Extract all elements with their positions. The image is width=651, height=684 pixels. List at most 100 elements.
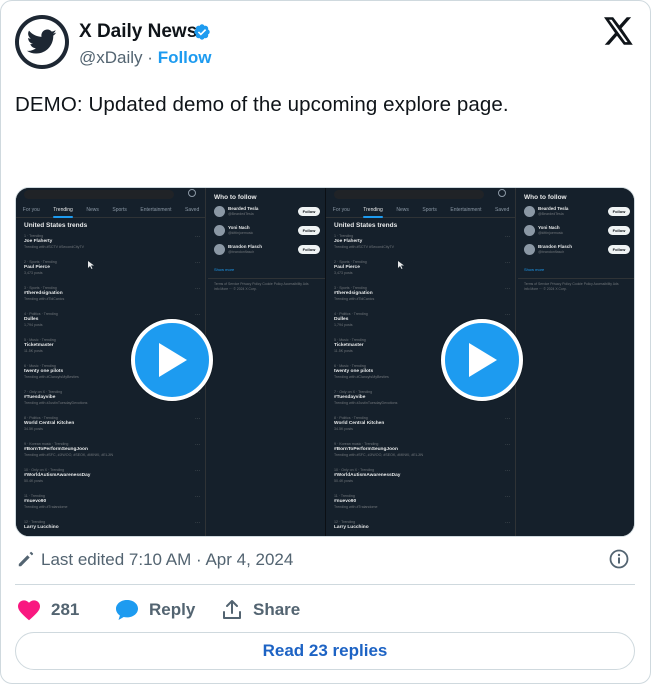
suggestion-handle: @BeardedTesla <box>228 212 254 216</box>
trend-subtitle: 3,473 posts <box>334 271 353 275</box>
trend-subtitle: 50.4K posts <box>334 479 353 483</box>
trend-subtitle: Trending with #TidCanics <box>334 297 375 301</box>
suggestion-follow-button: Follow <box>298 207 320 216</box>
trend-context: 9 · Korean music · Trending <box>334 442 379 446</box>
more-icon: ··· <box>195 520 200 526</box>
avatar <box>214 244 225 255</box>
follow-link[interactable]: Follow <box>158 48 212 67</box>
preview-follow-suggestion: Yoni Nach @kittinjoemusic Follow <box>214 223 320 239</box>
trend-context: 2 · Sports · Trending <box>334 260 367 264</box>
trend-subtitle: Trending with #SCTV #SecondCityTV <box>334 245 394 249</box>
preview-divider <box>208 278 325 279</box>
suggestion-name: Bearded Tesla <box>538 206 569 211</box>
suggestion-name: Brandon Flasch <box>538 244 573 249</box>
tweet-meta: Last edited 7:10 AM · Apr 4, 2024 <box>15 546 637 572</box>
preview-tab-active: Trending <box>53 204 73 218</box>
preview-tab: Saved <box>185 207 200 213</box>
trend-title: #BornToPerformSeungJoon <box>334 447 398 452</box>
cursor-icon <box>88 261 94 269</box>
preview-footer-links: Terms of Service Privacy Policy Cookie P… <box>214 282 309 291</box>
preview-who-to-follow: Who to follow Bearded Tesla @BeardedTesla… <box>518 188 634 536</box>
trend-subtitle: Trending with #JustinTuesdayDevotions <box>24 401 88 405</box>
preview-trend-item: 2 · Sports · Trending Paul Pierce 3,473 po… <box>334 260 510 286</box>
preview-trend-item: 11 · Trending #nuevo90 Trending with #Trai… <box>334 494 510 520</box>
trend-context: 11 · Trending <box>334 494 355 498</box>
preview-trend-item: 3 · Sports · Trending #theredsignation Tre… <box>334 286 510 312</box>
author-avatar[interactable] <box>15 15 69 69</box>
more-icon: ··· <box>195 260 200 266</box>
share-button[interactable]: Share <box>221 596 300 624</box>
avatar <box>214 206 225 217</box>
trend-subtitle: Trending with #TidCanics <box>24 297 65 301</box>
tweet-card: X Daily News @xDaily · Follow DEMO: Upda… <box>0 0 651 684</box>
more-icon: ··· <box>505 442 510 448</box>
suggestion-name: Yoni Nach <box>228 225 250 230</box>
preview-tab: Saved <box>495 207 510 213</box>
read-replies-button[interactable]: Read 23 replies <box>15 632 635 670</box>
trend-context: 12 · Trending <box>334 520 356 524</box>
suggestion-follow-button: Follow <box>298 245 320 254</box>
reply-bubble-icon <box>116 600 138 620</box>
tweet-actions: 281 Reply Share <box>15 596 635 624</box>
more-icon: ··· <box>505 468 510 474</box>
preview-tab: News <box>86 207 99 213</box>
preview-trend-item: 9 · Korean music · Trending #BornToPerfor… <box>24 442 200 468</box>
preview-tab: Sports <box>112 207 127 213</box>
preview-footer-links: Terms of Service Privacy Policy Cookie P… <box>524 282 619 291</box>
trend-subtitle: 3,473 posts <box>24 271 43 275</box>
more-icon: ··· <box>195 286 200 292</box>
trend-title: #BornToPerformSeungJoon <box>24 447 88 452</box>
trend-subtitle: Trending with #SFC, #JIWOO, #SEOK, #MINK… <box>24 453 114 457</box>
preview-trend-item: 8 · Politics · Trending World Central Kit… <box>24 416 200 442</box>
trend-title: #WorldAutismAwarenessDay <box>24 473 91 478</box>
more-icon: ··· <box>195 442 200 448</box>
info-icon[interactable] <box>609 549 629 569</box>
preview-show-more: Show more <box>524 267 545 272</box>
x-logo-icon[interactable] <box>604 17 634 45</box>
play-icon <box>159 343 187 377</box>
video-media[interactable]: For you Trending News Sports Entertainme… <box>15 187 635 537</box>
preview-wtf-title: Who to follow <box>214 194 257 201</box>
trend-title: #WorldAutismAwarenessDay <box>334 473 401 478</box>
preview-tabs: For you Trending News Sports Entertainme… <box>326 204 516 218</box>
suggestion-handle: @kittinjoemusic <box>228 231 254 235</box>
author-name[interactable]: X Daily News <box>79 21 197 43</box>
avatar <box>524 225 535 236</box>
trend-title: Joe Flaherty <box>334 239 363 244</box>
last-edited-label[interactable]: Last edited 7:10 AM · Apr 4, 2024 <box>41 550 293 570</box>
preview-search-bar <box>334 190 484 199</box>
like-button[interactable]: 281 <box>17 596 79 624</box>
preview-show-more: Show more <box>214 267 235 272</box>
trend-subtitle: Trending with #Traiandome <box>334 505 378 509</box>
play-button[interactable] <box>131 319 213 401</box>
author-handle[interactable]: @xDaily <box>79 48 143 67</box>
reply-button[interactable]: Reply <box>115 596 195 624</box>
trend-subtitle: 34.5K posts <box>334 427 353 431</box>
preview-trend-item: 9 · Korean music · Trending #BornToPerfor… <box>334 442 510 468</box>
preview-wtf-title: Who to follow <box>524 194 567 201</box>
play-button[interactable] <box>441 319 523 401</box>
preview-gear-icon <box>188 189 196 197</box>
preview-trend-item: 12 · Trending Larry Lucchino ··· <box>334 520 510 536</box>
suggestion-handle: @brandonflasch <box>538 250 565 254</box>
suggestion-follow-button: Follow <box>298 226 320 235</box>
suggestion-follow-button: Follow <box>608 245 630 254</box>
suggestion-follow-button: Follow <box>608 207 630 216</box>
preview-tab: News <box>396 207 409 213</box>
preview-trend-item: 12 · Trending Larry Lucchino ··· <box>24 520 200 536</box>
video-thumbnail-left[interactable]: For you Trending News Sports Entertainme… <box>16 188 325 536</box>
preview-trend-item: 2 · Sports · Trending Paul Pierce 3,473 po… <box>24 260 200 286</box>
trend-context: 9 · Korean music · Trending <box>24 442 69 446</box>
share-icon <box>223 600 241 619</box>
trend-context: 8 · Politics · Trending <box>24 416 58 420</box>
avatar <box>524 244 535 255</box>
preview-section-title: United States trends <box>334 222 398 229</box>
reply-label: Reply <box>149 600 196 619</box>
preview-trend-item: 11 · Trending #nuevo90 Trending with #Trai… <box>24 494 200 520</box>
cursor-icon <box>398 261 404 269</box>
video-thumbnail-right[interactable]: For you Trending News Sports Entertainme… <box>325 188 634 536</box>
preview-tab: Entertainment <box>140 207 172 213</box>
trend-context: 3 · Sports · Trending <box>334 286 367 290</box>
more-icon: ··· <box>195 312 200 318</box>
trend-title: World Central Kitchen <box>334 421 385 426</box>
